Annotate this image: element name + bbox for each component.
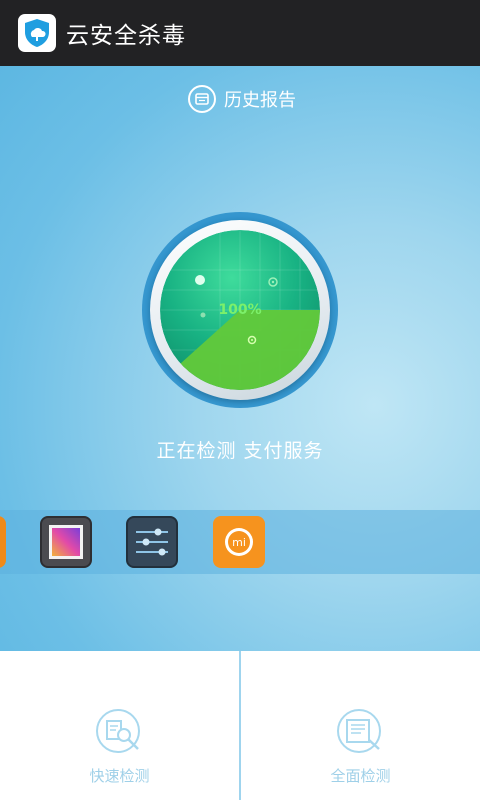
bottom-action-bar: 快速检测 全面检测: [0, 651, 480, 800]
full-scan-button[interactable]: 全面检测: [241, 651, 480, 800]
orange-app-icon: [0, 516, 6, 568]
full-scan-label: 全面检测: [330, 767, 391, 785]
gallery-app-icon: [40, 516, 92, 568]
history-report-button[interactable]: 历史报告: [188, 84, 296, 114]
app-title: 云安全杀毒: [66, 23, 186, 49]
report-icon: [188, 85, 216, 113]
svg-text:mi: mi: [232, 536, 246, 549]
history-report-label: 历史报告: [224, 90, 296, 111]
settings-app-icon: [126, 516, 178, 568]
scan-status-text: 正在检测 支付服务: [156, 440, 324, 462]
quick-scan-label: 快速检测: [89, 767, 150, 785]
full-scan-icon: [335, 707, 387, 759]
scan-panel: 历史报告 100% 正在检测 支付服务 mi: [0, 66, 480, 651]
quick-scan-icon: [94, 707, 146, 759]
shield-cloud-icon: [18, 14, 56, 52]
scan-progress-text: 100%: [218, 302, 262, 318]
title-bar: 云安全杀毒: [0, 0, 480, 66]
quick-scan-button[interactable]: 快速检测: [0, 651, 239, 800]
scanned-apps-strip: mi: [0, 510, 480, 574]
mi-app-icon: mi: [213, 516, 265, 568]
